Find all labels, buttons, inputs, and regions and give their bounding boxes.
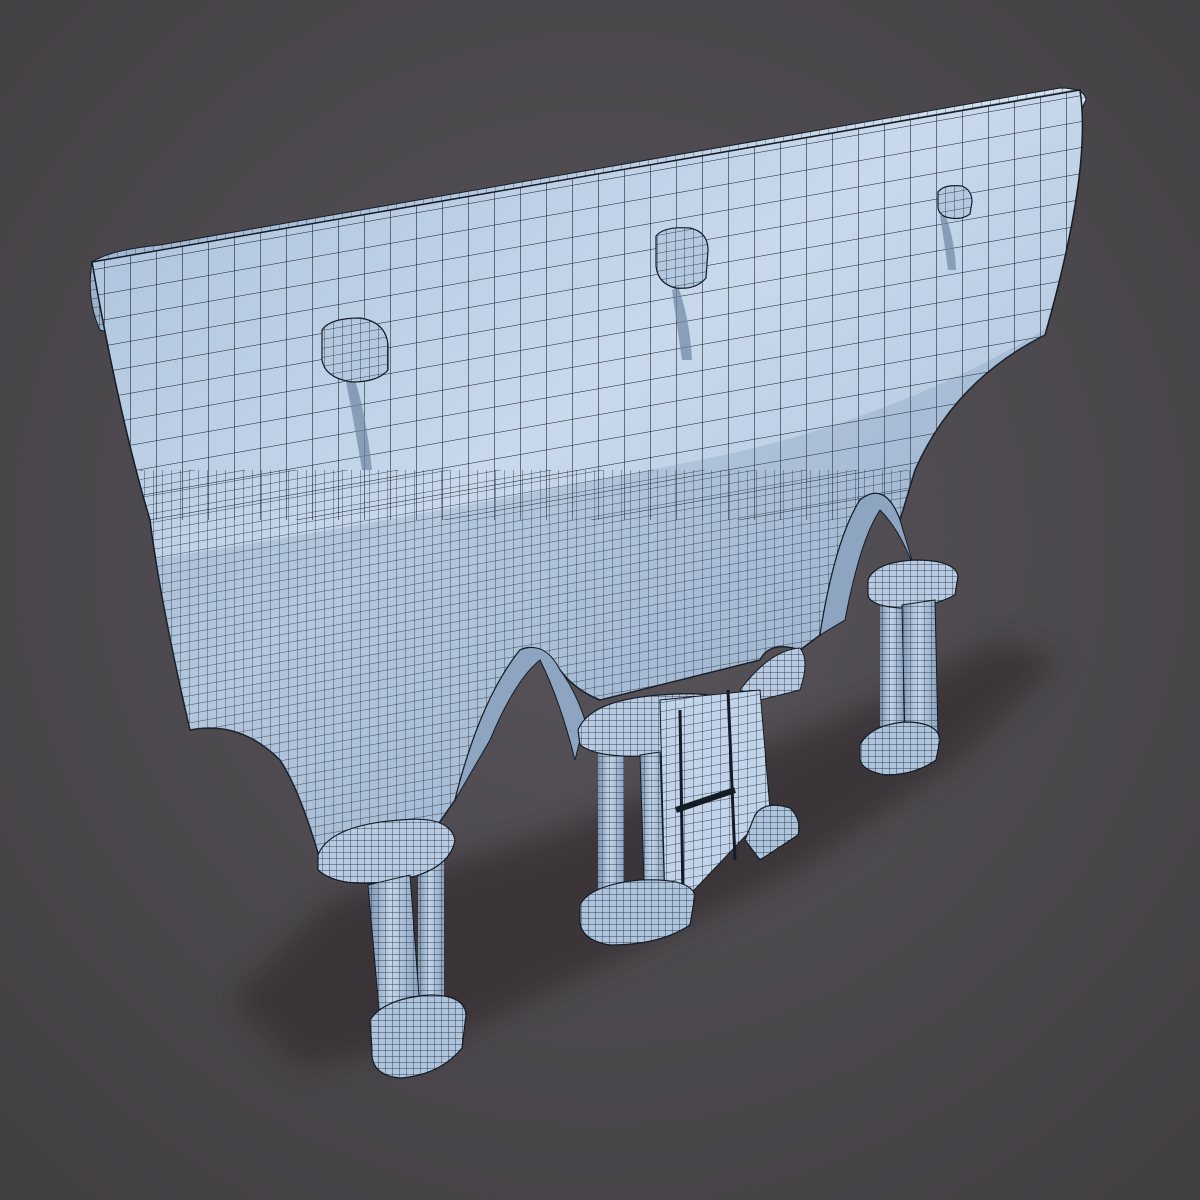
wall-model-render	[0, 0, 1200, 1200]
render-viewport	[0, 0, 1200, 1200]
